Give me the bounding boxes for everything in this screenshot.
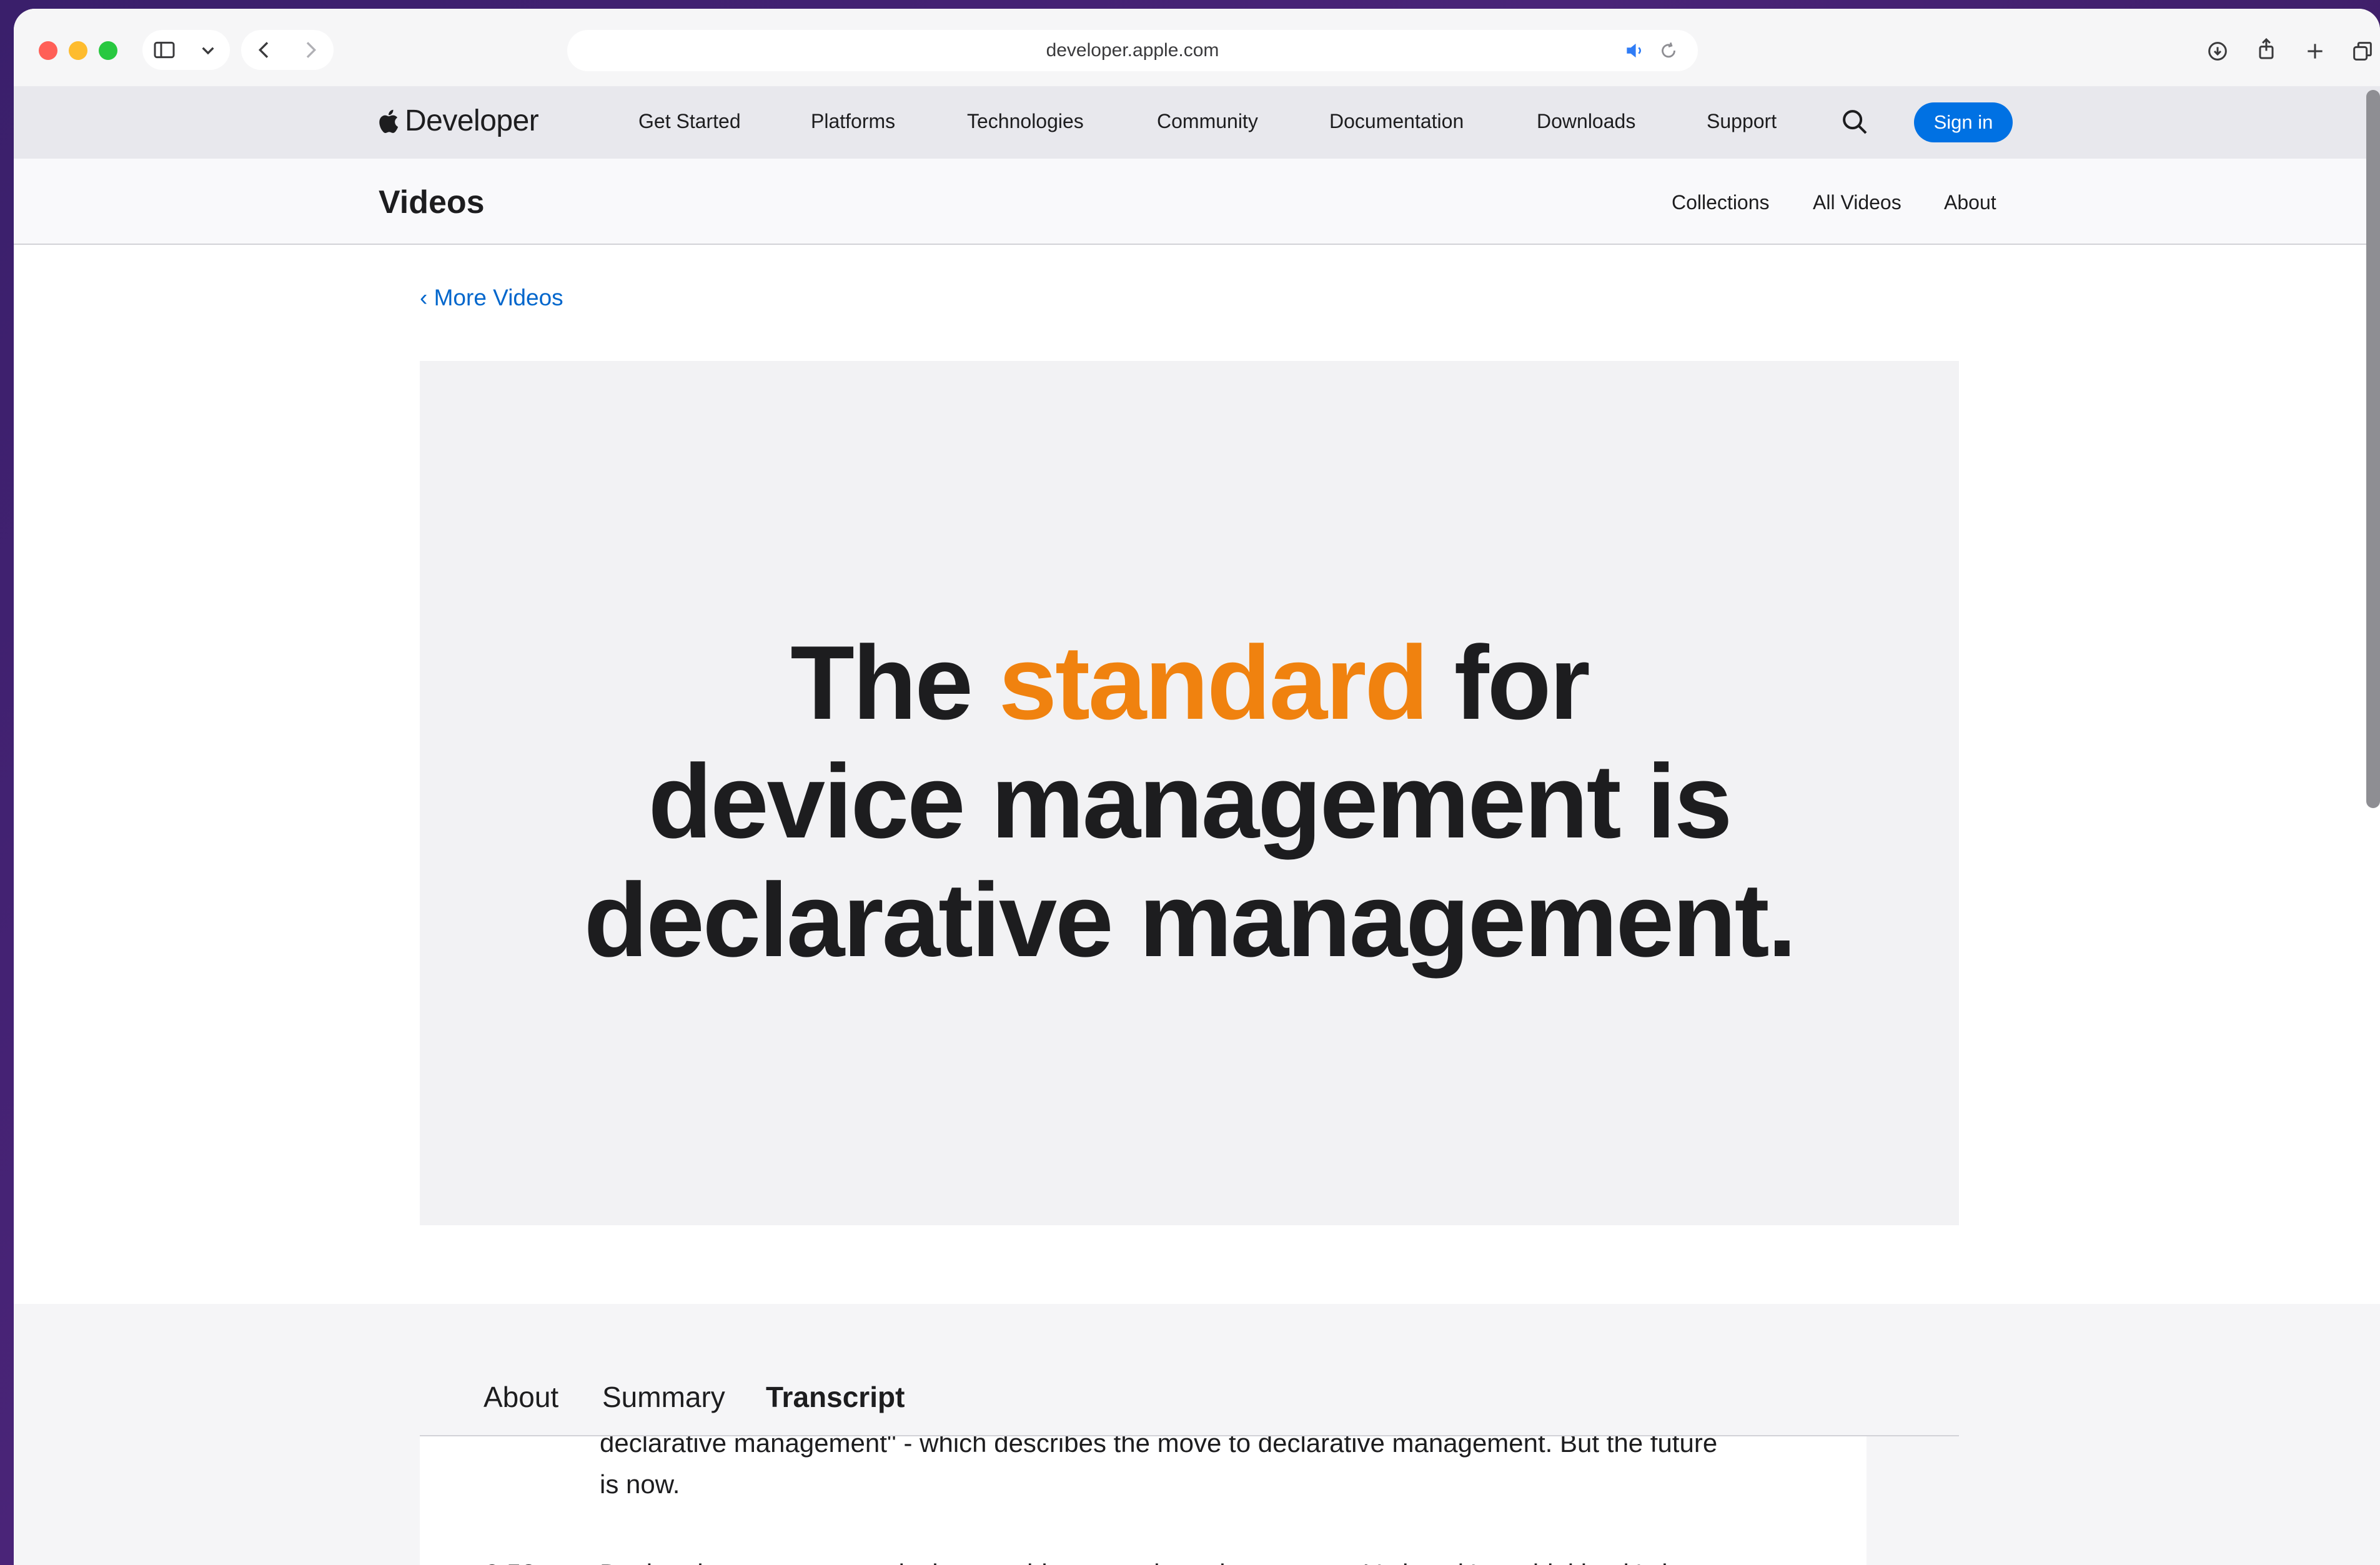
nav-downloads[interactable]: Downloads bbox=[1537, 110, 1635, 133]
page-scrollbar[interactable] bbox=[2366, 90, 2380, 808]
section-title[interactable]: Videos bbox=[379, 184, 485, 221]
apple-logo-icon bbox=[379, 109, 399, 133]
zoom-window-button[interactable] bbox=[99, 41, 117, 60]
minimize-window-button[interactable] bbox=[69, 41, 87, 60]
tab-summary[interactable]: Summary bbox=[602, 1380, 725, 1414]
close-window-button[interactable] bbox=[39, 41, 57, 60]
hero-headline: The standard for device management is de… bbox=[420, 623, 1959, 979]
transcript-line: declarative management" - which describe… bbox=[600, 1436, 1718, 1458]
local-nav: Videos Collections All Videos About bbox=[14, 159, 2380, 245]
search-icon[interactable] bbox=[1838, 105, 1872, 139]
sidebar-toggle-icon[interactable] bbox=[147, 32, 182, 67]
local-link-collections[interactable]: Collections bbox=[1672, 191, 1770, 214]
reload-icon[interactable] bbox=[1654, 36, 1683, 65]
hero-line-1: The standard for bbox=[420, 623, 1959, 742]
global-nav: Developer Get Started Platforms Technolo… bbox=[14, 86, 2380, 159]
tab-about[interactable]: About bbox=[483, 1380, 558, 1414]
nav-technologies[interactable]: Technologies bbox=[967, 110, 1084, 133]
transcript-line[interactable]: Declarative management is the one thing … bbox=[600, 1559, 1824, 1565]
apple-developer-logo[interactable]: Developer bbox=[379, 104, 539, 138]
hero-accent-word: standard bbox=[998, 624, 1429, 741]
new-tab-icon[interactable] bbox=[2298, 34, 2333, 69]
browser-window: developer.apple.com Developer Get Starte… bbox=[14, 9, 2380, 1565]
transcript-line: is now. bbox=[600, 1469, 680, 1499]
local-link-about[interactable]: About bbox=[1944, 191, 1996, 214]
sidebar-group bbox=[142, 30, 230, 70]
nav-support[interactable]: Support bbox=[1707, 110, 1777, 133]
logo-text: Developer bbox=[405, 104, 539, 137]
browser-toolbar: developer.apple.com bbox=[14, 9, 2380, 86]
speaker-icon[interactable] bbox=[1620, 36, 1649, 65]
nav-get-started[interactable]: Get Started bbox=[638, 110, 741, 133]
nav-community[interactable]: Community bbox=[1157, 110, 1258, 133]
history-group bbox=[241, 30, 334, 70]
hero-line-1-end: for bbox=[1427, 624, 1590, 741]
transcript-paragraph[interactable]: declarative management" - which describe… bbox=[600, 1436, 1824, 1505]
address-bar[interactable]: developer.apple.com bbox=[567, 30, 1698, 71]
local-link-all-videos[interactable]: All Videos bbox=[1813, 191, 1902, 214]
forward-arrow-icon[interactable] bbox=[293, 32, 328, 67]
hero-line-2: device management is bbox=[648, 743, 1733, 860]
more-videos-link[interactable]: ‹ More Videos bbox=[420, 285, 563, 311]
tab-transcript[interactable]: Transcript bbox=[766, 1380, 905, 1414]
details-section: About Summary Transcript declarative man… bbox=[14, 1304, 2380, 1565]
video-player[interactable]: The standard for device management is de… bbox=[420, 361, 1959, 1225]
hero-line-3: declarative management. bbox=[583, 861, 1797, 979]
downloads-icon[interactable] bbox=[2200, 34, 2235, 69]
chevron-down-icon[interactable] bbox=[191, 32, 226, 67]
tab-overview-icon[interactable] bbox=[2345, 34, 2380, 69]
transcript-panel[interactable]: declarative management" - which describe… bbox=[420, 1436, 1867, 1565]
url-text[interactable]: developer.apple.com bbox=[567, 40, 1698, 61]
hero-line-1-start: The bbox=[790, 624, 999, 741]
share-icon[interactable] bbox=[2249, 31, 2284, 66]
nav-documentation[interactable]: Documentation bbox=[1329, 110, 1464, 133]
back-arrow-icon[interactable] bbox=[247, 32, 282, 67]
nav-platforms[interactable]: Platforms bbox=[811, 110, 895, 133]
sign-in-button[interactable]: Sign in bbox=[1914, 102, 2013, 142]
transcript-timestamp[interactable]: 0:52 bbox=[485, 1559, 536, 1565]
